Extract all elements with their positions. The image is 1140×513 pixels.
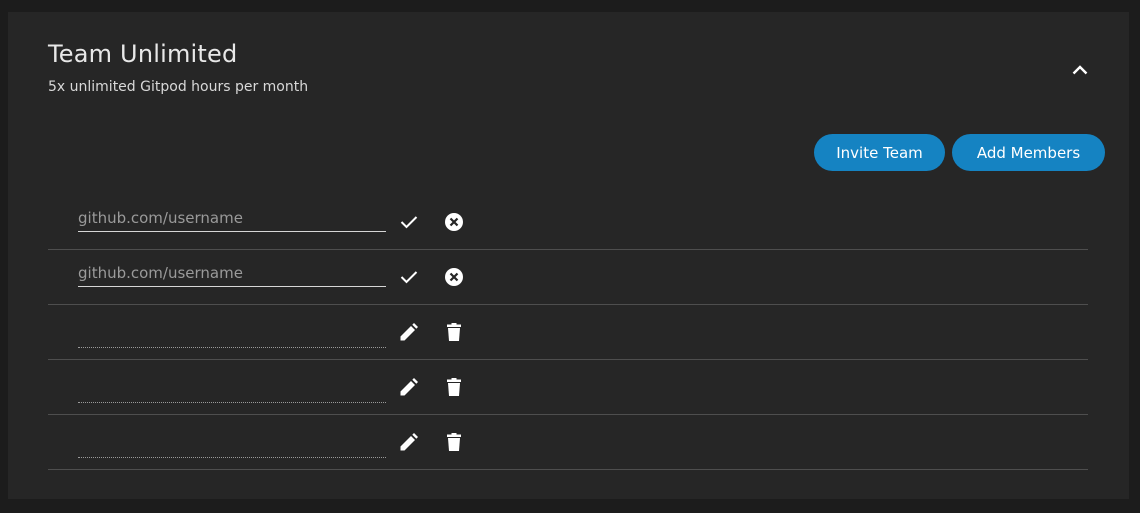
member-row (48, 195, 1088, 250)
team-plan-card: Team Unlimited 5x unlimited Gitpod hours… (8, 12, 1129, 499)
confirm-member-button[interactable] (397, 210, 421, 234)
member-row (48, 415, 1088, 470)
member-username-input[interactable] (78, 204, 386, 232)
delete-member-button[interactable] (442, 375, 466, 399)
check-icon (400, 271, 418, 284)
member-row (48, 305, 1088, 360)
member-row (48, 360, 1088, 415)
member-username-field[interactable] (78, 375, 386, 403)
trash-icon (447, 378, 461, 396)
delete-member-button[interactable] (442, 320, 466, 344)
collapse-button[interactable] (1068, 58, 1092, 82)
member-username-field[interactable] (78, 430, 386, 458)
cancel-member-button[interactable] (442, 210, 466, 234)
confirm-member-button[interactable] (397, 265, 421, 289)
pencil-icon (400, 378, 418, 396)
plan-title: Team Unlimited (48, 40, 238, 68)
member-list (48, 195, 1088, 470)
cancel-member-button[interactable] (442, 265, 466, 289)
member-username-input[interactable] (78, 259, 386, 287)
invite-team-button[interactable]: Invite Team (814, 134, 945, 171)
edit-member-button[interactable] (397, 320, 421, 344)
edit-member-button[interactable] (397, 375, 421, 399)
trash-icon (447, 323, 461, 341)
plan-subtitle: 5x unlimited Gitpod hours per month (48, 79, 309, 95)
pencil-icon (400, 323, 418, 341)
add-members-button[interactable]: Add Members (952, 134, 1105, 171)
pencil-icon (400, 433, 418, 451)
member-username-field[interactable] (78, 320, 386, 348)
check-icon (400, 216, 418, 229)
trash-icon (447, 433, 461, 451)
chevron-up-icon (1072, 65, 1088, 75)
member-row (48, 250, 1088, 305)
edit-member-button[interactable] (397, 430, 421, 454)
cancel-circle-icon (445, 268, 463, 286)
delete-member-button[interactable] (442, 430, 466, 454)
cancel-circle-icon (445, 213, 463, 231)
